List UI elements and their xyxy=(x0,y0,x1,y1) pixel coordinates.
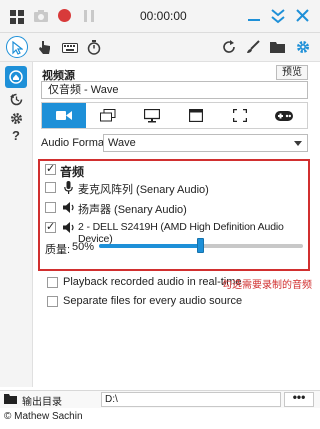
audio-enable-checkbox[interactable] xyxy=(45,162,56,175)
help-icon[interactable]: ? xyxy=(12,128,20,143)
minimize-icon[interactable] xyxy=(247,9,261,23)
brush-icon[interactable] xyxy=(246,40,260,54)
source-field[interactable]: 仅音频 - Wave xyxy=(41,81,308,99)
source-type-window[interactable] xyxy=(174,103,218,128)
device-speaker-checkbox[interactable] xyxy=(45,202,56,213)
history-icon[interactable] xyxy=(10,93,23,106)
browse-button[interactable]: ••• xyxy=(284,391,314,407)
folder-icon[interactable] xyxy=(270,41,285,53)
source-type-camera[interactable] xyxy=(42,103,86,128)
device-dell-checkbox[interactable] xyxy=(45,220,56,233)
source-type-region[interactable] xyxy=(218,103,262,128)
record-icon[interactable] xyxy=(57,8,72,23)
audio-section-title: 音频 xyxy=(60,165,85,179)
timer-icon[interactable] xyxy=(87,40,101,55)
preview-button[interactable]: 预览 xyxy=(276,65,308,80)
source-type-gamepad[interactable] xyxy=(262,103,306,128)
device-microphone-label: 麦克风阵列 (Senary Audio) xyxy=(78,184,209,196)
hand-click-icon[interactable] xyxy=(38,40,51,55)
device-microphone-checkbox[interactable] xyxy=(45,182,56,193)
collapse-icon[interactable] xyxy=(271,8,285,24)
toolbar xyxy=(0,33,320,62)
chevron-down-icon xyxy=(294,141,302,146)
playback-label: Playback recorded audio in real-time xyxy=(63,276,242,288)
quality-label: 质量: xyxy=(45,244,71,256)
output-directory-field[interactable]: D:\ xyxy=(101,392,281,407)
copyright-text: © Mathew Sachin xyxy=(4,411,83,422)
speaker-icon xyxy=(63,202,76,213)
quality-value: 50% xyxy=(72,241,95,253)
audio-format-select[interactable]: Wave xyxy=(103,134,308,152)
sidebar-item-home[interactable] xyxy=(5,66,27,88)
settings-gear-icon[interactable] xyxy=(296,40,310,54)
output-directory-label: 输出目录 xyxy=(22,397,62,408)
sidebar: ? xyxy=(0,62,33,387)
pause-icon[interactable] xyxy=(83,9,95,23)
folder-icon[interactable] xyxy=(4,394,17,404)
quality-slider-fill xyxy=(99,244,201,248)
source-type-windows[interactable] xyxy=(86,103,130,128)
audio-format-value: Wave xyxy=(108,137,136,149)
separate-files-checkbox[interactable] xyxy=(47,296,58,307)
device-speaker-label: 扬声器 (Senary Audio) xyxy=(78,204,187,216)
playback-checkbox[interactable] xyxy=(47,277,58,288)
source-type-screen[interactable] xyxy=(130,103,174,128)
speaker-icon xyxy=(63,222,76,233)
camera-icon[interactable] xyxy=(33,9,49,23)
settings-icon[interactable] xyxy=(10,112,23,125)
timer: 00:00:00 xyxy=(140,9,187,23)
audio-format-label: Audio Format xyxy=(41,137,108,149)
keyboard-icon[interactable] xyxy=(62,43,78,53)
close-icon[interactable] xyxy=(296,9,309,22)
source-type-bar xyxy=(41,102,308,129)
separate-files-label: Separate files for every audio source xyxy=(63,295,243,307)
quality-slider-thumb[interactable] xyxy=(197,238,204,253)
grid-menu-icon[interactable] xyxy=(9,9,25,25)
refresh-icon[interactable] xyxy=(222,40,236,54)
cursor-tool-button[interactable] xyxy=(6,36,28,58)
microphone-icon xyxy=(64,181,73,194)
title-bar: 00:00:00 xyxy=(0,0,320,33)
highlight-annotation: 勾选需要录制的音频 xyxy=(222,280,312,291)
